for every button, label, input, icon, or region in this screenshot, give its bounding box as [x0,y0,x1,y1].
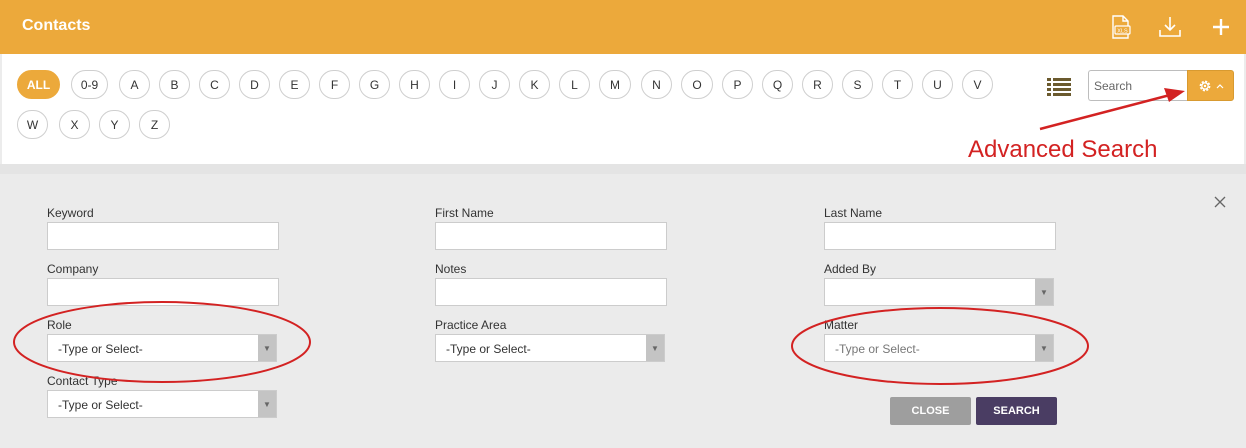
page-title: Contacts [22,17,91,34]
search-button[interactable]: SEARCH [976,397,1057,425]
dropdown-arrow-icon: ▼ [646,335,664,361]
filter-z[interactable]: Z [139,110,170,139]
filter-h[interactable]: H [399,70,430,99]
filter-r[interactable]: R [802,70,833,99]
filter-c[interactable]: C [199,70,230,99]
filter-v[interactable]: V [962,70,993,99]
filter-y[interactable]: Y [99,110,130,139]
filter-i[interactable]: I [439,70,470,99]
filter-p[interactable]: P [722,70,753,99]
notes-label: Notes [435,262,467,276]
filter-s[interactable]: S [842,70,873,99]
filter-m[interactable]: M [599,70,631,99]
contact-type-label: Contact Type [47,374,118,388]
practice-area-label: Practice Area [435,318,507,332]
keyword-label: Keyword [47,206,94,220]
filter-t[interactable]: T [882,70,913,99]
download-icon[interactable] [1155,12,1185,42]
dropdown-arrow-icon: ▼ [1035,335,1053,361]
practice-area-select-value: -Type or Select- [446,342,531,356]
advanced-search-toggle-button[interactable] [1187,70,1234,101]
filter-l[interactable]: L [559,70,590,99]
filter-w[interactable]: W [17,110,48,139]
filter-x[interactable]: X [59,110,90,139]
role-select-value: -Type or Select- [58,342,143,356]
added-by-label: Added By [824,262,877,276]
filter-u[interactable]: U [922,70,953,99]
role-select[interactable]: -Type or Select- ▼ [47,334,277,362]
added-by-select[interactable]: ▼ [824,278,1054,306]
company-label: Company [47,262,99,276]
filter-o[interactable]: O [681,70,713,99]
first-name-input[interactable] [435,222,667,250]
list-view-icon[interactable] [1047,77,1071,97]
filter-e[interactable]: E [279,70,310,99]
gear-icon [1199,80,1211,91]
app-header: Contacts XLS [0,0,1246,54]
chevron-up-icon [1216,83,1224,88]
dropdown-arrow-icon: ▼ [258,391,276,417]
role-label: Role [47,318,72,332]
dropdown-arrow-icon: ▼ [1035,279,1053,305]
filter-k[interactable]: K [519,70,550,99]
filter-0-9[interactable]: 0-9 [71,70,108,99]
section-divider [0,164,1246,174]
last-name-input[interactable] [824,222,1056,250]
company-input[interactable] [47,278,279,306]
search-input[interactable] [1088,70,1188,101]
matter-select-value: -Type or Select- [835,342,920,356]
filter-f[interactable]: F [319,70,350,99]
first-name-label: First Name [435,206,494,220]
contact-type-select[interactable]: -Type or Select- ▼ [47,390,277,418]
export-xls-icon[interactable]: XLS [1105,12,1135,42]
practice-area-select[interactable]: -Type or Select- ▼ [435,334,665,362]
keyword-input[interactable] [47,222,279,250]
close-panel-icon[interactable] [1213,195,1227,209]
filter-a[interactable]: A [119,70,150,99]
add-icon[interactable] [1206,12,1236,42]
annotation-label: Advanced Search [968,136,1158,163]
contact-type-select-value: -Type or Select- [58,398,143,412]
last-name-label: Last Name [824,206,883,220]
matter-label: Matter [824,318,859,332]
close-button[interactable]: CLOSE [890,397,971,425]
filter-g[interactable]: G [359,70,390,99]
filter-n[interactable]: N [641,70,672,99]
notes-input[interactable] [435,278,667,306]
filter-q[interactable]: Q [762,70,793,99]
dropdown-arrow-icon: ▼ [258,335,276,361]
filter-all[interactable]: ALL [17,70,60,99]
filter-j[interactable]: J [479,70,510,99]
export-xls-text: XLS [1117,29,1128,35]
matter-select[interactable]: -Type or Select- ▼ [824,334,1054,362]
filter-b[interactable]: B [159,70,190,99]
filter-d[interactable]: D [239,70,270,99]
